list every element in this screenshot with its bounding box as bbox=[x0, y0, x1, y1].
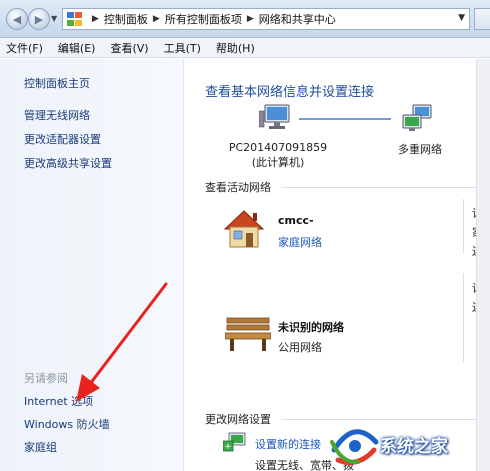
menu-bar: 文件(F) 编辑(E) 查看(V) 工具(T) 帮助(H) bbox=[0, 38, 490, 58]
network-node: 多重网络 bbox=[385, 141, 455, 157]
svg-text:+: + bbox=[224, 442, 232, 452]
column-divider bbox=[463, 273, 464, 363]
address-bar[interactable]: ▶ 控制面板 ▶ 所有控制面板项 ▶ 网络和共享中心 ▼ bbox=[62, 8, 470, 30]
this-computer-node: PC201407091859 (此计算机) bbox=[223, 141, 333, 170]
computer-name: PC201407091859 bbox=[228, 141, 328, 154]
back-button[interactable]: ◀ bbox=[6, 8, 28, 30]
breadcrumb-control-panel[interactable]: 控制面板 bbox=[104, 11, 148, 27]
change-adapter-link[interactable]: 更改适配器设置 bbox=[24, 131, 101, 147]
homegroup-link[interactable]: 家庭组 bbox=[24, 439, 57, 455]
breadcrumb-chevron-icon[interactable]: ▶ bbox=[92, 14, 99, 24]
menu-tools[interactable]: 工具(T) bbox=[164, 40, 201, 56]
control-panel-icon bbox=[67, 12, 83, 26]
breadcrumb-chevron-icon[interactable]: ▶ bbox=[153, 14, 160, 24]
column-divider bbox=[463, 199, 464, 253]
watermark-logo-icon bbox=[330, 429, 379, 465]
section-divider bbox=[281, 187, 490, 188]
address-toolbar: ◀ ▶ ▼ ▶ 控制面板 ▶ 所有控制面板项 ▶ 网络和共享中心 ▼ bbox=[0, 0, 490, 38]
computer-icon[interactable] bbox=[259, 103, 295, 133]
breadcrumb-all-items[interactable]: 所有控制面板项 bbox=[165, 11, 242, 27]
menu-edit[interactable]: 编辑(E) bbox=[58, 40, 96, 56]
public-network-bench-icon[interactable] bbox=[225, 314, 271, 354]
breadcrumb-network-center[interactable]: 网络和共享中心 bbox=[259, 11, 336, 27]
multiple-networks-label: 多重网络 bbox=[398, 143, 442, 156]
page-title: 查看基本网络信息并设置连接 bbox=[205, 85, 375, 100]
task-pane: 控制面板主页 管理无线网络 更改适配器设置 更改高级共享设置 另请参阅 Inte… bbox=[0, 59, 184, 471]
forward-button[interactable]: ▶ bbox=[28, 8, 50, 30]
network-name: cmcc- bbox=[278, 214, 314, 227]
manage-wireless-link[interactable]: 管理无线网络 bbox=[24, 107, 90, 123]
network-type-link[interactable]: 家庭网络 bbox=[278, 234, 322, 250]
vertical-scrollbar[interactable] bbox=[476, 59, 490, 471]
watermark-text: 系统之家 bbox=[380, 437, 448, 457]
back-arrow-icon: ◀ bbox=[12, 12, 22, 26]
refresh-button[interactable] bbox=[474, 8, 490, 30]
address-dropdown-icon[interactable]: ▼ bbox=[458, 13, 465, 23]
menu-view[interactable]: 查看(V) bbox=[110, 40, 148, 56]
see-also-heading: 另请参阅 bbox=[24, 372, 68, 385]
internet-options-link[interactable]: Internet 选项 bbox=[24, 393, 93, 409]
menu-help[interactable]: 帮助(H) bbox=[216, 40, 255, 56]
connection-line bbox=[299, 118, 391, 120]
setup-connection-link[interactable]: 设置新的连接 bbox=[255, 436, 321, 452]
main-content: 查看基本网络信息并设置连接 PC201407091859 (此计算机) 多重网络… bbox=[185, 59, 490, 471]
control-panel-home-link[interactable]: 控制面板主页 bbox=[24, 75, 90, 91]
breadcrumb-chevron-icon[interactable]: ▶ bbox=[247, 14, 254, 24]
advanced-sharing-link[interactable]: 更改高级共享设置 bbox=[24, 155, 112, 171]
computer-sublabel: (此计算机) bbox=[251, 156, 305, 169]
history-dropdown-icon[interactable]: ▼ bbox=[51, 14, 57, 23]
network-type: 公用网络 bbox=[278, 341, 322, 354]
menu-file[interactable]: 文件(F) bbox=[6, 40, 43, 56]
active-networks-heading: 查看活动网络 bbox=[205, 181, 271, 194]
new-connection-icon[interactable]: + bbox=[223, 431, 247, 453]
windows-firewall-link[interactable]: Windows 防火墙 bbox=[24, 416, 110, 432]
change-settings-heading: 更改网络设置 bbox=[205, 413, 271, 426]
multiple-networks-icon[interactable] bbox=[399, 103, 439, 135]
forward-arrow-icon: ▶ bbox=[34, 12, 44, 26]
site-watermark: 系统之家 bbox=[322, 418, 490, 471]
network-name: 未识别的网络 bbox=[278, 321, 344, 334]
home-network-icon[interactable] bbox=[221, 207, 267, 251]
